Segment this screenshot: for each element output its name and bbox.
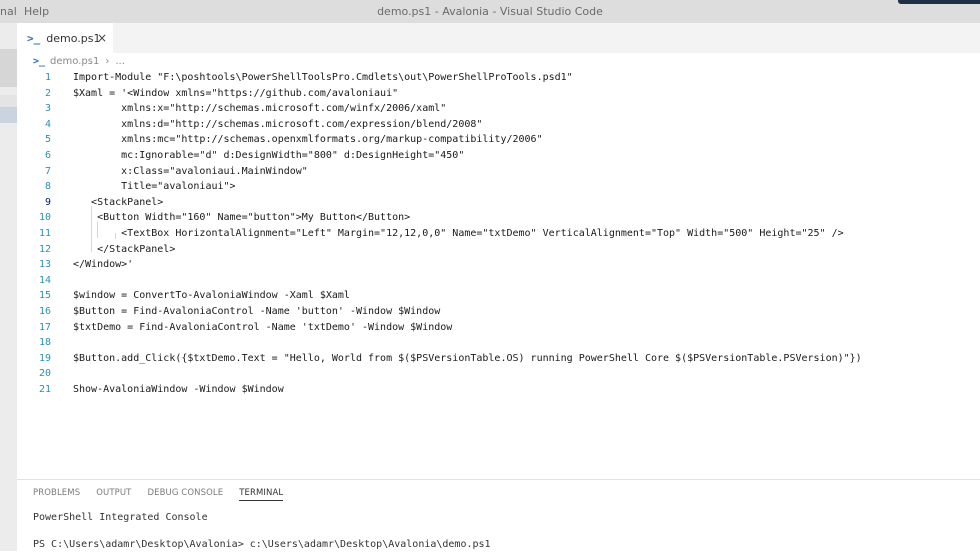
line-number: 16 [38,306,51,317]
code-text[interactable]: <Button Width="160" Name="button">My But… [73,210,410,226]
breadcrumb: >_ demo.ps1 › ... [17,53,980,69]
code-line[interactable]: 12 </StackPanel> [17,242,980,258]
bottom-panel: PROBLEMS OUTPUT DEBUG CONSOLE TERMINAL P… [17,479,980,552]
line-number: 6 [44,150,51,161]
line-number: 8 [44,181,51,193]
tab-demo-ps1[interactable]: >_ demo.ps1 × [17,23,113,53]
code-text[interactable]: xmlns:d="http://schemas.microsoft.com/ex… [73,117,482,133]
code-line[interactable]: 13 </Window>' [17,257,980,273]
code-line[interactable]: 17 $txtDemo = Find-AvaloniaControl -Name … [17,320,980,336]
explorer-item-selected[interactable] [0,107,17,123]
code-line[interactable]: 21 Show-AvaloniaWindow -Window $Window [17,382,980,398]
code-line[interactable]: 4 xmlns:d="http://schemas.microsoft.com/… [17,117,980,133]
line-number: 14 [38,274,51,286]
line-number: 21 [38,384,51,395]
breadcrumb-separator: › [105,55,110,67]
code-text[interactable]: Import-Module "F:\poshtools\PowerShellTo… [73,70,573,86]
code-text[interactable]: $Button.add_Click({$txtDemo.Text = "Hell… [73,351,862,367]
terminal-prompt[interactable]: PS C:\Users\adamr\Desktop\Avalonia> c:\U… [33,539,491,550]
panel-tabs: PROBLEMS OUTPUT DEBUG CONSOLE TERMINAL [33,488,299,501]
code-text[interactable]: xmlns:x="http://schemas.microsoft.com/wi… [73,101,446,117]
breadcrumb-more[interactable]: ... [115,56,125,67]
line-number: 4 [44,118,51,130]
code-text[interactable]: x:Class="avaloniaui.MainWindow" [73,164,308,180]
line-number: 20 [38,368,51,380]
code-text[interactable]: $txtDemo = Find-AvaloniaControl -Name 't… [73,320,452,336]
line-number: 1 [44,72,51,83]
tab-problems[interactable]: PROBLEMS [33,488,80,501]
line-number: 18 [38,337,51,349]
line-number: 19 [38,352,51,364]
line-number: 15 [38,290,51,302]
powershell-icon: >_ [33,55,46,67]
line-number: 12 [38,243,51,255]
terminal-header: PowerShell Integrated Console [33,512,208,523]
window-title: demo.ps1 - Avalonia - Visual Studio Code [377,5,603,18]
code-line[interactable]: 3 xmlns:x="http://schemas.microsoft.com/… [17,101,980,117]
code-line[interactable]: 14 [17,273,980,289]
code-line[interactable]: 6 mc:Ignorable="d" d:DesignWidth="800" d… [17,148,980,164]
explorer-selection[interactable] [0,49,17,87]
activity-bar [0,23,17,551]
close-icon[interactable]: × [97,31,107,45]
line-number: 17 [38,321,51,333]
breadcrumb-file[interactable]: demo.ps1 [50,56,99,67]
line-number: 2 [44,87,51,99]
code-line[interactable]: 15 $window = ConvertTo-AvaloniaWindow -Xa… [17,288,980,304]
code-text[interactable]: xmlns:mc="http://schemas.openxmlformats.… [73,132,542,148]
code-line[interactable]: 18 [17,335,980,351]
code-text[interactable]: $Xaml = '<Window xmlns="https://github.c… [73,86,398,102]
code-line[interactable]: 8 Title="avaloniaui"> [17,179,980,195]
powershell-icon: >_ [27,31,41,45]
code-line[interactable]: 20 [17,366,980,382]
code-line[interactable]: 10 <Button Width="160" Name="button">My … [17,210,980,226]
code-line[interactable]: 19 $Button.add_Click({$txtDemo.Text = "He… [17,351,980,367]
code-text[interactable]: mc:Ignorable="d" d:DesignWidth="800" d:D… [73,148,464,164]
code-text[interactable]: $window = ConvertTo-AvaloniaWindow -Xaml… [73,288,350,304]
line-number: 11 [38,228,51,239]
code-line[interactable]: 1 Import-Module "F:\poshtools\PowerShellT… [17,70,980,86]
code-line[interactable]: 2 $Xaml = '<Window xmlns="https://github.… [17,86,980,102]
line-number: 10 [38,212,51,224]
code-line[interactable]: 16 $Button = Find-AvaloniaControl -Name '… [17,304,980,320]
tab-output[interactable]: OUTPUT [96,488,131,501]
code-text[interactable]: Title="avaloniaui"> [73,179,235,195]
tab-label: demo.ps1 [46,31,101,45]
code-text[interactable]: </StackPanel> [73,242,175,258]
code-line[interactable]: 9 <StackPanel> [17,195,980,211]
window-controls[interactable] [898,0,980,4]
tab-terminal[interactable]: TERMINAL [239,488,284,501]
code-text[interactable]: Show-AvaloniaWindow -Window $Window [73,382,284,398]
code-text[interactable]: <StackPanel> [73,195,163,211]
code-text[interactable]: $Button = Find-AvaloniaControl -Name 'bu… [73,304,440,320]
line-number: 5 [44,134,51,146]
code-line[interactable]: 5 xmlns:mc="http://schemas.openxmlformat… [17,132,980,148]
code-text[interactable]: <TextBox HorizontalAlignment="Left" Marg… [73,226,843,242]
code-line[interactable]: 11 <TextBox HorizontalAlignment="Left" M… [17,226,980,242]
code-editor[interactable]: 1 Import-Module "F:\poshtools\PowerShellT… [17,69,980,479]
line-number: 3 [44,103,51,115]
line-number: 9 [44,196,51,208]
tab-debug-console[interactable]: DEBUG CONSOLE [147,488,223,501]
editor-tabs: >_ demo.ps1 × [17,23,980,53]
line-number: 13 [38,259,51,271]
code-line[interactable]: 7 x:Class="avaloniaui.MainWindow" [17,164,980,180]
code-text[interactable]: </Window>' [73,257,133,273]
title-bar: nal Help demo.ps1 - Avalonia - Visual St… [0,0,980,23]
line-number: 7 [44,165,51,177]
